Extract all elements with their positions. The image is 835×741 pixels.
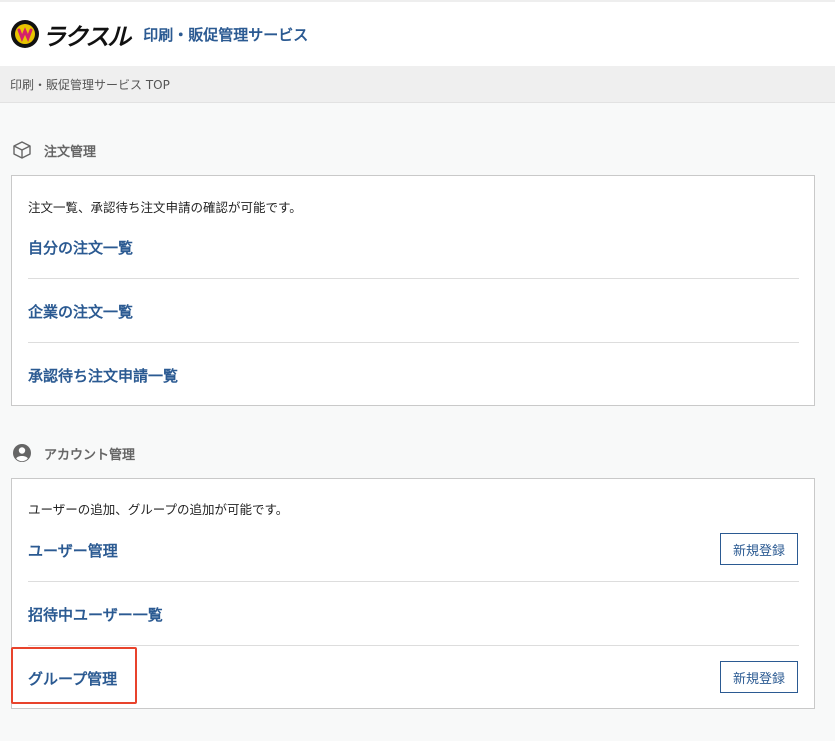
divider: [28, 278, 799, 279]
raksul-logo-icon: [11, 20, 39, 48]
link-my-orders[interactable]: 自分の注文一覧: [28, 237, 133, 258]
logo-text: ラクスル: [42, 22, 131, 51]
orders-card: 注文一覧、承認待ち注文申請の確認が可能です。 自分の注文一覧 企業の注文一覧 承…: [11, 175, 815, 406]
user-circle-icon: [13, 444, 31, 462]
breadcrumb-bar: 印刷・販促管理サービス TOP: [0, 66, 835, 103]
link-pending-approvals[interactable]: 承認待ち注文申請一覧: [28, 365, 178, 386]
link-user-management[interactable]: ユーザー管理: [28, 540, 118, 561]
service-title[interactable]: 印刷・販促管理サービス: [143, 24, 308, 45]
divider: [28, 342, 799, 343]
section-orders-title: 注文管理: [44, 144, 97, 160]
group-register-button[interactable]: 新規登録: [720, 661, 798, 693]
section-accounts-header: アカウント管理: [12, 443, 135, 463]
header: ラクスル 印刷・販促管理サービス: [0, 0, 835, 66]
link-invited-users[interactable]: 招待中ユーザー一覧: [28, 604, 163, 625]
orders-description: 注文一覧、承認待ち注文申請の確認が可能です。: [28, 200, 302, 215]
divider: [28, 581, 799, 582]
user-register-button[interactable]: 新規登録: [720, 533, 798, 565]
link-company-orders[interactable]: 企業の注文一覧: [28, 301, 133, 322]
accounts-description: ユーザーの追加、グループの追加が可能です。: [28, 502, 289, 517]
section-orders-header: 注文管理: [12, 140, 96, 160]
accounts-card: ユーザーの追加、グループの追加が可能です。 ユーザー管理 新規登録 招待中ユーザ…: [11, 478, 815, 709]
breadcrumb: 印刷・販促管理サービス TOP: [10, 77, 170, 92]
box-icon: [13, 141, 31, 159]
link-group-management[interactable]: グループ管理: [28, 668, 117, 689]
divider: [28, 645, 799, 646]
logo[interactable]: ラクスル: [10, 17, 131, 52]
section-accounts-title: アカウント管理: [44, 447, 136, 463]
